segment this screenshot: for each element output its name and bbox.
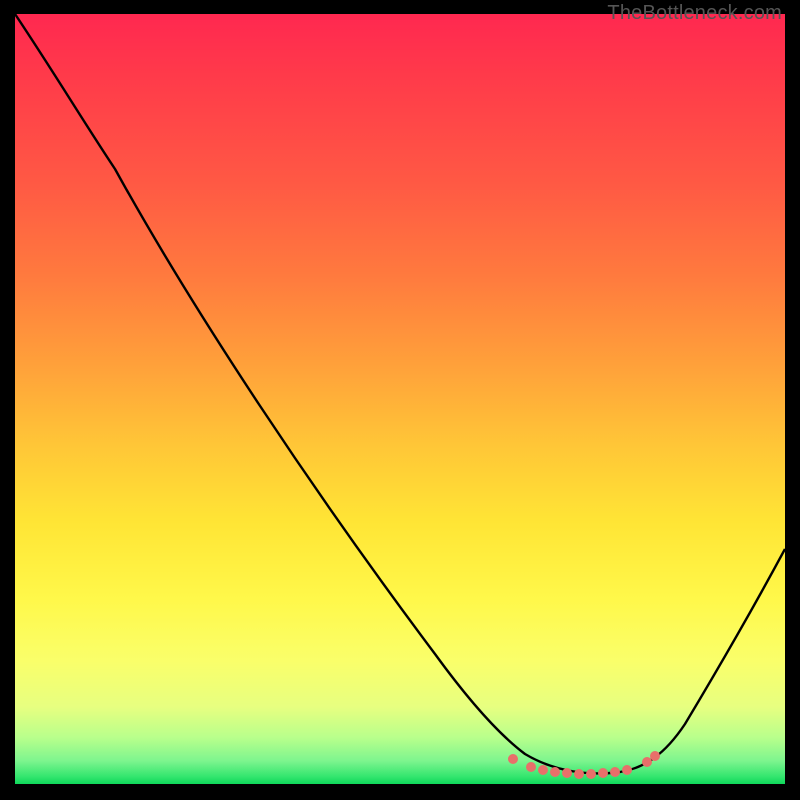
plot-area [15,14,785,784]
bottleneck-curve [15,14,785,773]
watermark-text: TheBottleneck.com [607,2,782,25]
chart-frame: TheBottleneck.com [0,0,800,800]
flat-region-dots [508,751,660,779]
bottleneck-curve-svg [15,14,785,784]
